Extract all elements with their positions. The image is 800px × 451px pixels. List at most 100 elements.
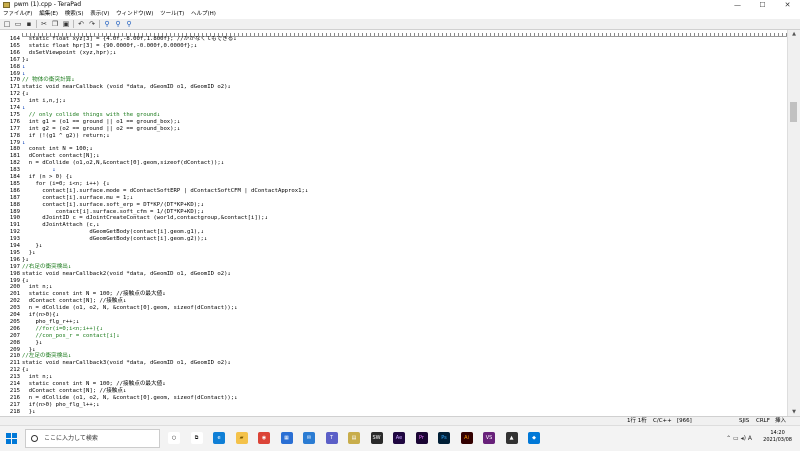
code-line[interactable]: if (n > 0) {↓ xyxy=(22,174,73,181)
code-line[interactable]: dJointAttach (c,↓ xyxy=(22,222,99,229)
teams-icon[interactable]: T xyxy=(325,432,338,444)
code-line[interactable]: pho_flg_r++;↓ xyxy=(22,319,79,326)
cortana-icon[interactable]: ○ xyxy=(168,432,180,444)
code-line[interactable]: static void nearCallback2(void *data, dG… xyxy=(22,271,231,278)
code-line[interactable]: dContact contact[N];↓ xyxy=(22,153,100,160)
menu-window[interactable]: ウィンドウ(W) xyxy=(116,11,153,17)
code-line[interactable]: int n;↓ xyxy=(22,374,53,381)
system-tray-icons[interactable]: ⌃ ▭ ◂) A xyxy=(726,435,752,442)
code-line[interactable]: if (!(g1 ^ g2)) return;↓ xyxy=(22,133,110,140)
code-line[interactable]: contact[i].surface.soft_erp = DT*KP/(DT*… xyxy=(22,202,204,209)
code-line[interactable]: for (i=0; i<n; i++) {↓ xyxy=(22,181,109,188)
code-line[interactable]: //右足の衝突検出↓ xyxy=(22,264,71,271)
code-line[interactable]: contact[i].surface.mu = 1;↓ xyxy=(22,195,133,202)
code-line[interactable]: // 物体の衝突計算↓ xyxy=(22,77,75,84)
solidworks-icon[interactable]: SW xyxy=(370,432,383,444)
code-line[interactable]: dJointID c = dJointCreateContact (world,… xyxy=(22,215,268,222)
code-line[interactable]: //con_pos_r = contact[i]↓ xyxy=(22,333,119,340)
scroll-up-icon[interactable]: ▲ xyxy=(788,30,800,38)
code-line[interactable]: int g1 = (o1 == ground || o1 == ground_b… xyxy=(22,119,181,126)
code-line[interactable]: }↓ xyxy=(22,57,29,64)
code-line[interactable]: static float hpr[3] = {90.0000f,-0.000f,… xyxy=(22,43,197,50)
code-line[interactable]: dsSetViewpoint (xyz,hpr);↓ xyxy=(22,50,117,57)
save-icon[interactable]: ▪ xyxy=(25,20,33,28)
search-icon[interactable]: ⚲ xyxy=(103,20,111,28)
code-line[interactable]: dGeomGetBody(contact[i].geom.g2));↓ xyxy=(22,236,207,243)
code-line[interactable]: }↓ xyxy=(22,257,29,264)
store-icon[interactable]: ▦ xyxy=(280,432,293,444)
windows-start-icon[interactable] xyxy=(6,433,17,444)
copy-icon[interactable]: ❐ xyxy=(51,20,59,28)
code-line[interactable]: int i,n,j;↓ xyxy=(22,98,66,105)
code-line[interactable]: static const int N = 100; //接触点の最大値↓ xyxy=(22,381,166,388)
taskbar-search[interactable]: ここに入力して検索 xyxy=(25,429,160,448)
text-editor[interactable]: static float xyz[3] = {4.0f,-8.00f,1.800… xyxy=(22,36,788,416)
code-line[interactable]: contact[i].surface.soft_cfm = 1/(DT*KP+K… xyxy=(22,209,204,216)
code-line[interactable]: n = dCollide (o1,o2,N,&contact[0].geom,s… xyxy=(22,160,224,167)
cut-icon[interactable]: ✂ xyxy=(40,20,48,28)
code-line[interactable]: contact[i].surface.mode = dContactSoftER… xyxy=(22,188,308,195)
code-line[interactable]: dGeomGetBody(contact[i].geom.g1),↓ xyxy=(22,229,204,236)
code-line[interactable]: // only collide things with the ground↓ xyxy=(22,112,160,119)
code-line[interactable]: }↓ xyxy=(22,340,42,347)
code-line[interactable]: if(n>0){↓ xyxy=(22,312,59,319)
maximize-button[interactable]: ☐ xyxy=(750,0,775,10)
line-number: 165 xyxy=(9,42,20,49)
menu-search[interactable]: 検索(S) xyxy=(65,11,84,17)
search-prev-icon[interactable]: ⚲ xyxy=(125,20,133,28)
menu-view[interactable]: 表示(V) xyxy=(90,11,109,17)
code-line[interactable]: static void nearCallback3(void *data, dG… xyxy=(22,360,231,367)
close-button[interactable]: ✕ xyxy=(775,0,800,10)
premiere-icon[interactable]: Pr xyxy=(415,432,428,444)
chrome-icon[interactable]: ◉ xyxy=(258,432,270,444)
minimize-button[interactable]: — xyxy=(725,0,750,10)
code-line[interactable]: int g2 = (o2 == ground || o2 == ground_b… xyxy=(22,126,181,133)
photoshop-icon[interactable]: Ps xyxy=(438,432,450,444)
code-line[interactable]: static float xyz[3] = {4.0f,-8.00f,1.800… xyxy=(22,36,237,43)
scroll-thumb[interactable] xyxy=(790,102,797,122)
paste-icon[interactable]: ▣ xyxy=(62,20,70,28)
search-next-icon[interactable]: ⚲ xyxy=(114,20,122,28)
aftereffects-icon[interactable]: Ae xyxy=(393,432,405,444)
code-line[interactable]: dContact contact[N]; //接触点↓ xyxy=(22,388,127,395)
code-line[interactable]: {↓ xyxy=(22,278,29,285)
menu-edit[interactable]: 編集(E) xyxy=(39,11,58,17)
taskview-icon[interactable]: ⧉ xyxy=(190,432,203,444)
edge-icon[interactable]: e xyxy=(213,432,225,444)
menu-help[interactable]: ヘルプ(H) xyxy=(191,11,216,17)
code-line[interactable]: {↓ xyxy=(22,367,29,374)
code-line[interactable]: }↓ xyxy=(22,250,36,257)
code-line[interactable]: if(n>0) pho_flg_l++;↓ xyxy=(22,402,100,409)
explorer-icon[interactable]: ▰ xyxy=(235,432,248,444)
clock[interactable]: 14:20 2021/03/08 xyxy=(763,430,792,444)
code-line[interactable]: n = dCollide (o1, o2, N, &contact[0].geo… xyxy=(22,395,238,402)
illustrator-icon[interactable]: Ai xyxy=(460,432,473,444)
code-line[interactable]: ↓ xyxy=(22,167,55,174)
open-icon[interactable]: ▭ xyxy=(14,20,22,28)
code-line[interactable]: static void nearCallback (void *data, dG… xyxy=(22,84,231,91)
code-line[interactable]: ↓ xyxy=(22,140,25,147)
redo-icon[interactable]: ↷ xyxy=(88,20,96,28)
menu-tools[interactable]: ツール(T) xyxy=(160,11,184,17)
code-line[interactable]: }↓ xyxy=(22,409,36,416)
undo-icon[interactable]: ↶ xyxy=(77,20,85,28)
code-line[interactable]: }↓ xyxy=(22,243,42,250)
vscode-icon[interactable]: ◆ xyxy=(528,432,540,444)
vertical-scrollbar[interactable]: ▲ ▼ xyxy=(787,30,800,416)
menu-file[interactable]: ファイル(F) xyxy=(3,11,32,17)
code-line[interactable]: dContact contact[N]; //接触点↓ xyxy=(22,298,127,305)
code-line[interactable]: const int N = 100;↓ xyxy=(22,146,93,153)
code-line[interactable]: ↓ xyxy=(22,105,25,112)
app-icon[interactable]: ▲ xyxy=(505,432,518,444)
terapad-icon[interactable]: ▤ xyxy=(348,432,360,444)
clock-time: 14:20 xyxy=(770,430,785,436)
scroll-down-icon[interactable]: ▼ xyxy=(788,408,800,416)
mail-icon[interactable]: ✉ xyxy=(303,432,315,444)
code-line[interactable]: {↓ xyxy=(22,91,29,98)
code-line[interactable]: n = dCollide (o1, o2, N, &contact[0].geo… xyxy=(22,305,238,312)
new-file-icon[interactable]: □ xyxy=(3,20,11,28)
code-line[interactable]: //左足の衝突検出↓ xyxy=(22,353,71,360)
visualstudio-icon[interactable]: VS xyxy=(483,432,495,444)
code-line[interactable]: //for(i=0;i<n;i++){↓ xyxy=(22,326,102,333)
code-line[interactable]: ↓ xyxy=(22,64,25,71)
